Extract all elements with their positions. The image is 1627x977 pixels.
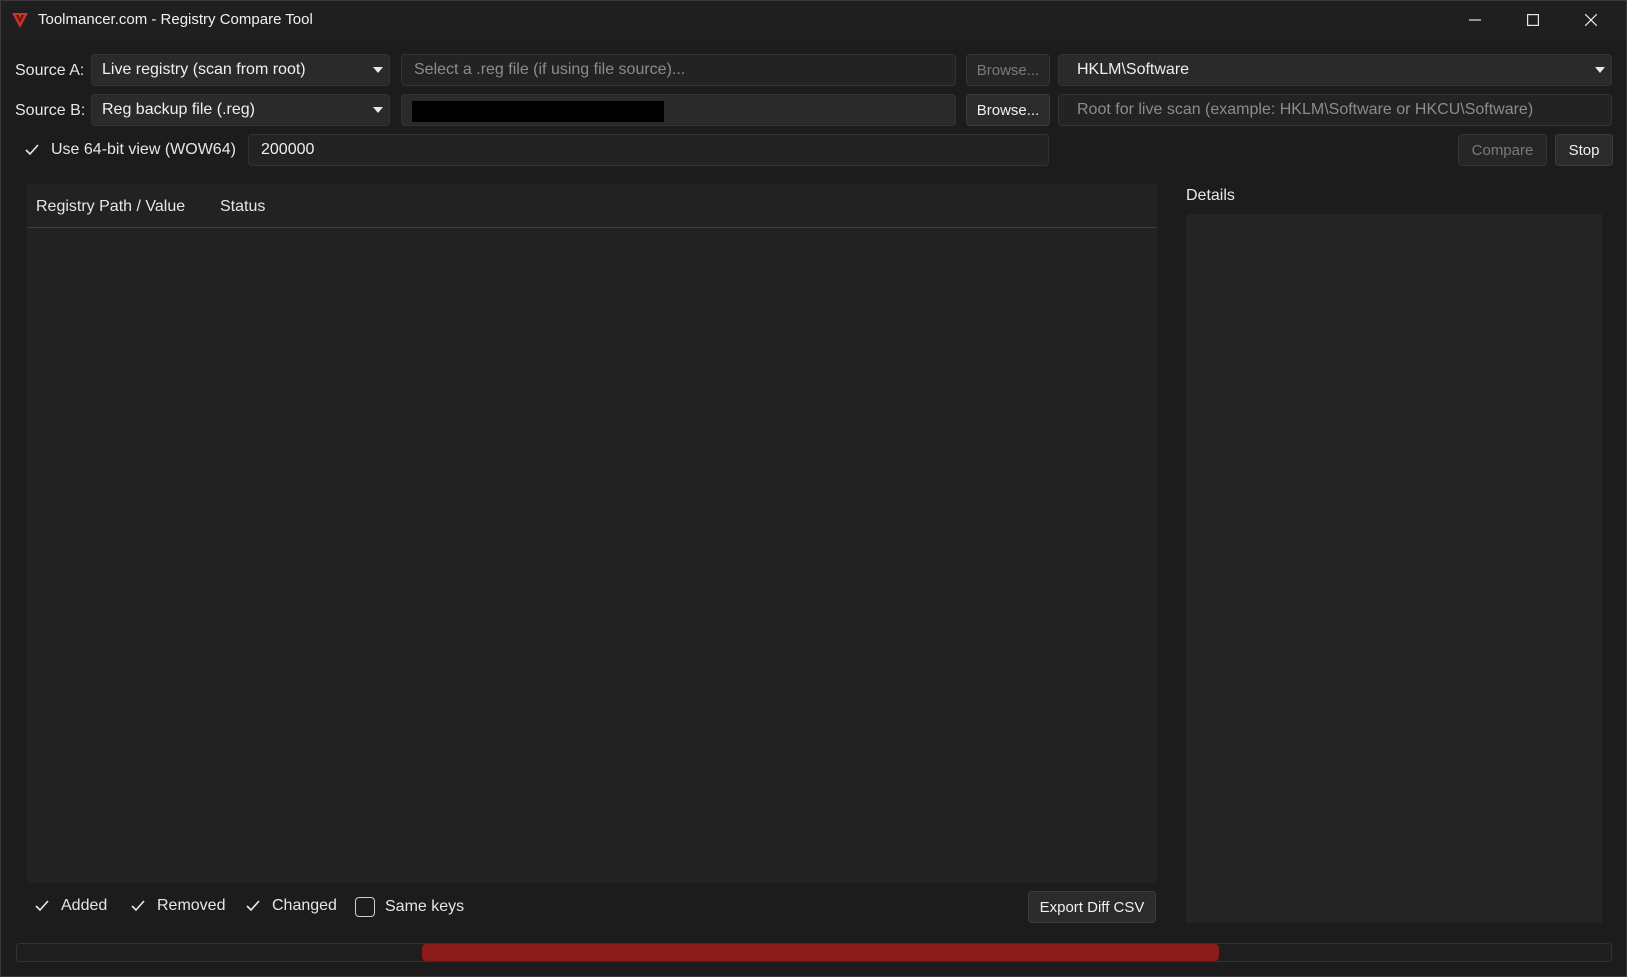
source-a-type-value: Live registry (scan from root) bbox=[102, 61, 306, 78]
source-b-label: Source B: bbox=[15, 102, 86, 119]
chevron-down-icon bbox=[373, 107, 383, 113]
maximize-icon bbox=[1527, 14, 1539, 26]
source-a-browse-button[interactable]: Browse... bbox=[966, 54, 1050, 86]
filter-removed-label: Removed bbox=[157, 897, 226, 914]
details-panel[interactable] bbox=[1186, 214, 1602, 923]
compare-button[interactable]: Compare bbox=[1458, 134, 1547, 166]
title-bar[interactable]: Toolmancer.com - Registry Compare Tool bbox=[1, 1, 1626, 39]
source-a-type-select[interactable]: Live registry (scan from root) bbox=[91, 54, 390, 86]
source-b-type-select[interactable]: Reg backup file (.reg) bbox=[91, 94, 390, 126]
checkmark-icon bbox=[129, 897, 147, 915]
filter-changed-checkbox[interactable]: Changed bbox=[244, 897, 337, 915]
wow64-label: Use 64-bit view (WOW64) bbox=[51, 141, 236, 158]
wow64-checkbox[interactable]: Use 64-bit view (WOW64) bbox=[23, 141, 236, 159]
max-entries-input[interactable]: 200000 bbox=[248, 134, 1049, 166]
toolmancer-logo-icon bbox=[12, 13, 28, 28]
source-a-label: Source A: bbox=[15, 62, 85, 79]
maximize-button[interactable] bbox=[1504, 1, 1562, 39]
unchecked-box-icon bbox=[355, 897, 375, 917]
minimize-icon bbox=[1469, 19, 1481, 21]
checkmark-icon bbox=[33, 897, 51, 915]
source-b-root-placeholder: Root for live scan (example: HKLM\Softwa… bbox=[1077, 101, 1534, 118]
source-a-file-input[interactable]: Select a .reg file (if using file source… bbox=[401, 54, 956, 86]
progress-bar bbox=[16, 943, 1612, 962]
column-header-path[interactable]: Registry Path / Value bbox=[36, 198, 185, 216]
filter-added-checkbox[interactable]: Added bbox=[33, 897, 107, 915]
close-button[interactable] bbox=[1562, 1, 1620, 39]
filter-same-label: Same keys bbox=[385, 898, 465, 915]
window-title: Toolmancer.com - Registry Compare Tool bbox=[38, 11, 313, 28]
chevron-down-icon bbox=[373, 67, 383, 73]
max-entries-value: 200000 bbox=[261, 141, 315, 158]
stop-button[interactable]: Stop bbox=[1555, 134, 1613, 166]
source-b-type-value: Reg backup file (.reg) bbox=[102, 101, 255, 118]
checkmark-icon bbox=[23, 141, 41, 159]
column-header-status[interactable]: Status bbox=[220, 198, 265, 216]
results-list-header: Registry Path / Value Status bbox=[27, 184, 1157, 228]
source-a-root-value: HKLM\Software bbox=[1077, 61, 1190, 78]
export-diff-csv-button[interactable]: Export Diff CSV bbox=[1028, 891, 1156, 923]
source-a-file-placeholder: Select a .reg file (if using file source… bbox=[414, 61, 686, 78]
filter-same-checkbox[interactable]: Same keys bbox=[355, 897, 464, 917]
filter-changed-label: Changed bbox=[272, 897, 337, 914]
checkmark-icon bbox=[244, 897, 262, 915]
progress-bar-fill bbox=[422, 944, 1219, 961]
source-a-root-select[interactable]: HKLM\Software bbox=[1058, 54, 1612, 86]
source-b-root-input[interactable]: Root for live scan (example: HKLM\Softwa… bbox=[1058, 94, 1612, 126]
filter-added-label: Added bbox=[61, 897, 108, 914]
filter-removed-checkbox[interactable]: Removed bbox=[129, 897, 225, 915]
details-label: Details bbox=[1186, 187, 1235, 204]
source-b-browse-button[interactable]: Browse... bbox=[966, 94, 1050, 126]
close-icon bbox=[1585, 14, 1597, 26]
chevron-down-icon bbox=[1595, 67, 1605, 73]
app-window: Toolmancer.com - Registry Compare Tool S… bbox=[0, 0, 1627, 977]
results-list[interactable]: Registry Path / Value Status bbox=[27, 184, 1157, 883]
redacted-file-path bbox=[412, 101, 664, 122]
minimize-button[interactable] bbox=[1446, 1, 1504, 39]
